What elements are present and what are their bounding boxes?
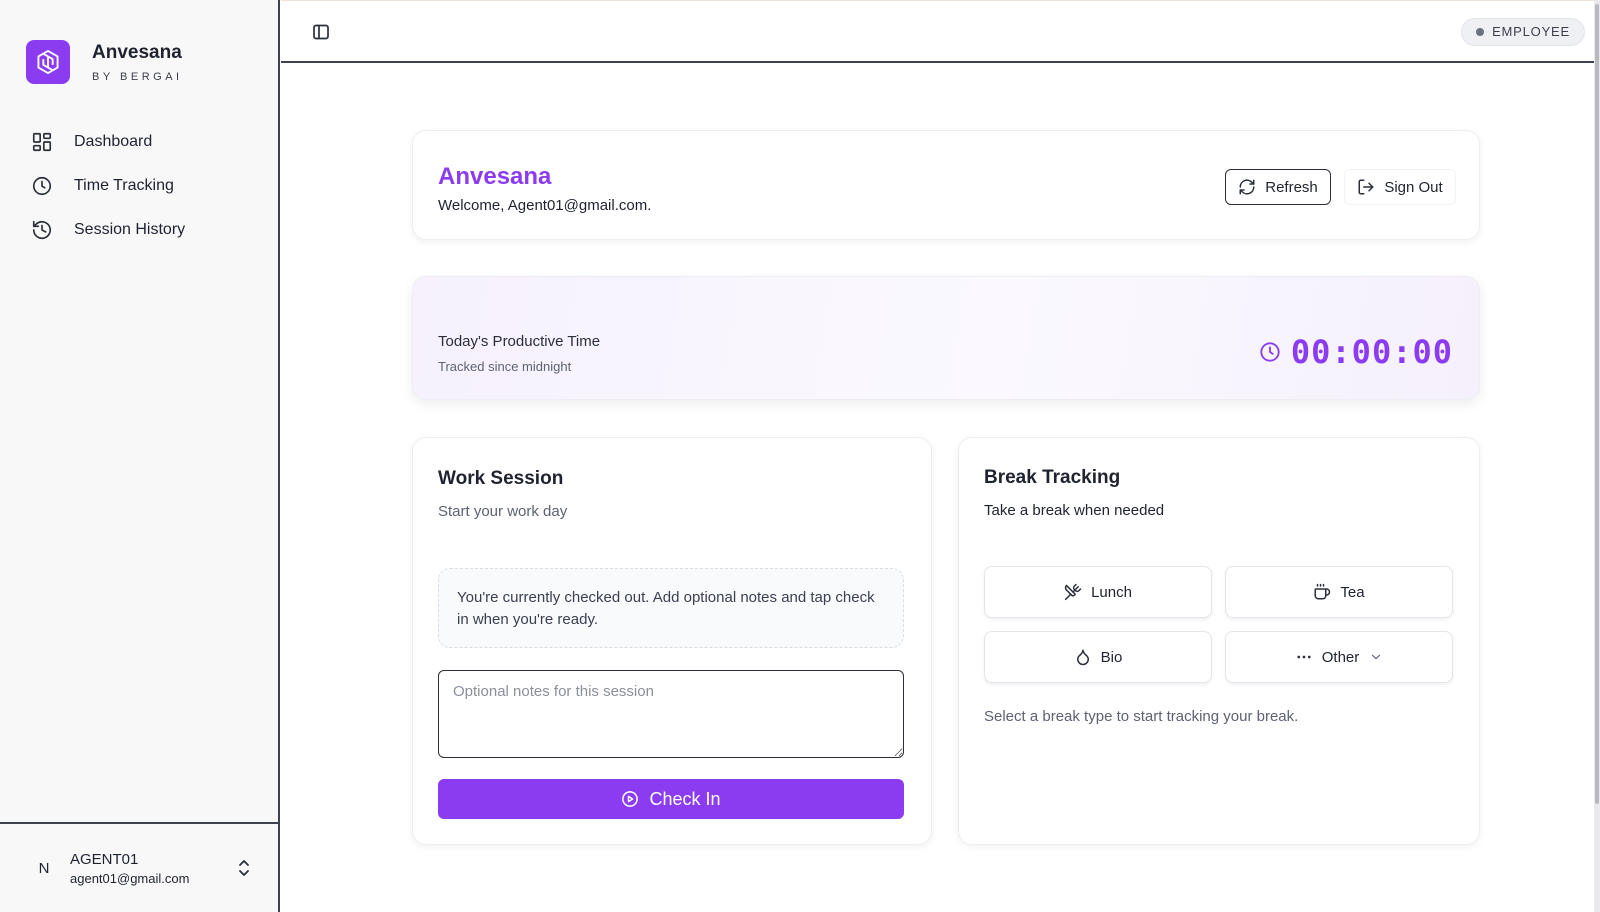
- welcome-message: Welcome, Agent01@gmail.com.: [438, 197, 652, 214]
- timer-value: 00:00:00: [1290, 333, 1453, 371]
- coffee-cup-icon: [1314, 583, 1331, 600]
- clock-icon: [1260, 342, 1280, 362]
- lunch-label: Lunch: [1091, 583, 1132, 601]
- checked-out-notice: You're currently checked out. Add option…: [438, 568, 904, 648]
- clock-icon: [30, 174, 54, 198]
- more-horizontal-icon: [1297, 655, 1311, 659]
- user-menu[interactable]: N AGENT01 agent01@gmail.com: [0, 822, 278, 912]
- break-tracking-title: Break Tracking: [984, 467, 1121, 488]
- brand-name: Anvesana: [92, 41, 182, 63]
- role-badge-label: EMPLOYEE: [1492, 24, 1570, 39]
- sidebar-nav: Dashboard Time Tracking Session History: [0, 120, 278, 252]
- sidebar: Anvesana BY BERGAI Dashboard Time Tracki…: [0, 0, 280, 912]
- scrollbar-thumb[interactable]: [1595, 4, 1599, 804]
- page-title: Anvesana: [438, 163, 552, 190]
- sidebar-item-time-tracking[interactable]: Time Tracking: [0, 164, 278, 208]
- refresh-button[interactable]: Refresh: [1225, 169, 1331, 205]
- role-badge: EMPLOYEE: [1461, 18, 1585, 46]
- productive-time-card: Today's Productive Time Tracked since mi…: [412, 276, 1480, 400]
- welcome-card: Anvesana Welcome, Agent01@gmail.com. Ref…: [412, 130, 1480, 240]
- log-out-icon: [1358, 179, 1374, 195]
- check-in-button[interactable]: Check In: [438, 779, 904, 819]
- user-name: AGENT01: [70, 850, 139, 868]
- sidebar-item-label: Dashboard: [74, 133, 153, 150]
- status-dot-icon: [1476, 28, 1485, 36]
- sidebar-item-label: Time Tracking: [74, 177, 174, 194]
- other-label: Other: [1321, 648, 1360, 666]
- bio-break-button[interactable]: Bio: [984, 631, 1212, 683]
- other-break-dropdown[interactable]: Other: [1225, 631, 1453, 683]
- sidebar-item-label: Session History: [74, 221, 186, 238]
- history-icon: [30, 218, 54, 242]
- refresh-icon: [1239, 179, 1255, 195]
- work-session-title: Work Session: [438, 468, 564, 489]
- productive-time-subtitle: Tracked since midnight: [438, 359, 572, 374]
- bio-label: Bio: [1100, 648, 1123, 666]
- work-session-subtitle: Start your work day: [438, 503, 568, 520]
- scrollbar[interactable]: [1594, 0, 1600, 912]
- top-bar: EMPLOYEE: [281, 0, 1595, 63]
- check-in-label: Check In: [649, 788, 721, 809]
- break-tracking-subtitle: Take a break when needed: [984, 502, 1165, 519]
- work-session-card: Work Session Start your work day You're …: [412, 437, 932, 845]
- refresh-label: Refresh: [1265, 178, 1318, 196]
- sign-out-label: Sign Out: [1384, 178, 1443, 196]
- productive-time-title: Today's Productive Time: [438, 333, 601, 350]
- sidebar-toggle-icon[interactable]: [311, 22, 331, 42]
- lunch-break-button[interactable]: Lunch: [984, 566, 1212, 618]
- brand-logo-icon: [26, 40, 70, 84]
- user-email: agent01@gmail.com: [70, 870, 190, 886]
- tea-label: Tea: [1340, 583, 1365, 601]
- chevron-down-icon: [1372, 654, 1381, 660]
- utensils-crossed-icon: [1064, 583, 1082, 601]
- play-circle-icon: [622, 791, 639, 807]
- brand-subtitle: BY BERGAI: [92, 70, 183, 83]
- droplet-icon: [1076, 649, 1089, 666]
- brand[interactable]: Anvesana BY BERGAI: [26, 40, 183, 84]
- sign-out-button[interactable]: Sign Out: [1344, 169, 1456, 205]
- avatar: N: [38, 859, 50, 877]
- dashboard-icon: [30, 130, 54, 154]
- tea-break-button[interactable]: Tea: [1225, 566, 1453, 618]
- sidebar-item-dashboard[interactable]: Dashboard: [0, 120, 278, 164]
- chevrons-up-down-icon[interactable]: [236, 858, 252, 883]
- break-tracking-card: Break Tracking Take a break when needed …: [958, 437, 1480, 845]
- productive-timer: 00:00:00: [1259, 333, 1453, 371]
- session-notes-input[interactable]: [438, 670, 904, 758]
- break-hint: Select a break type to start tracking yo…: [984, 708, 1299, 725]
- sidebar-item-session-history[interactable]: Session History: [0, 208, 278, 252]
